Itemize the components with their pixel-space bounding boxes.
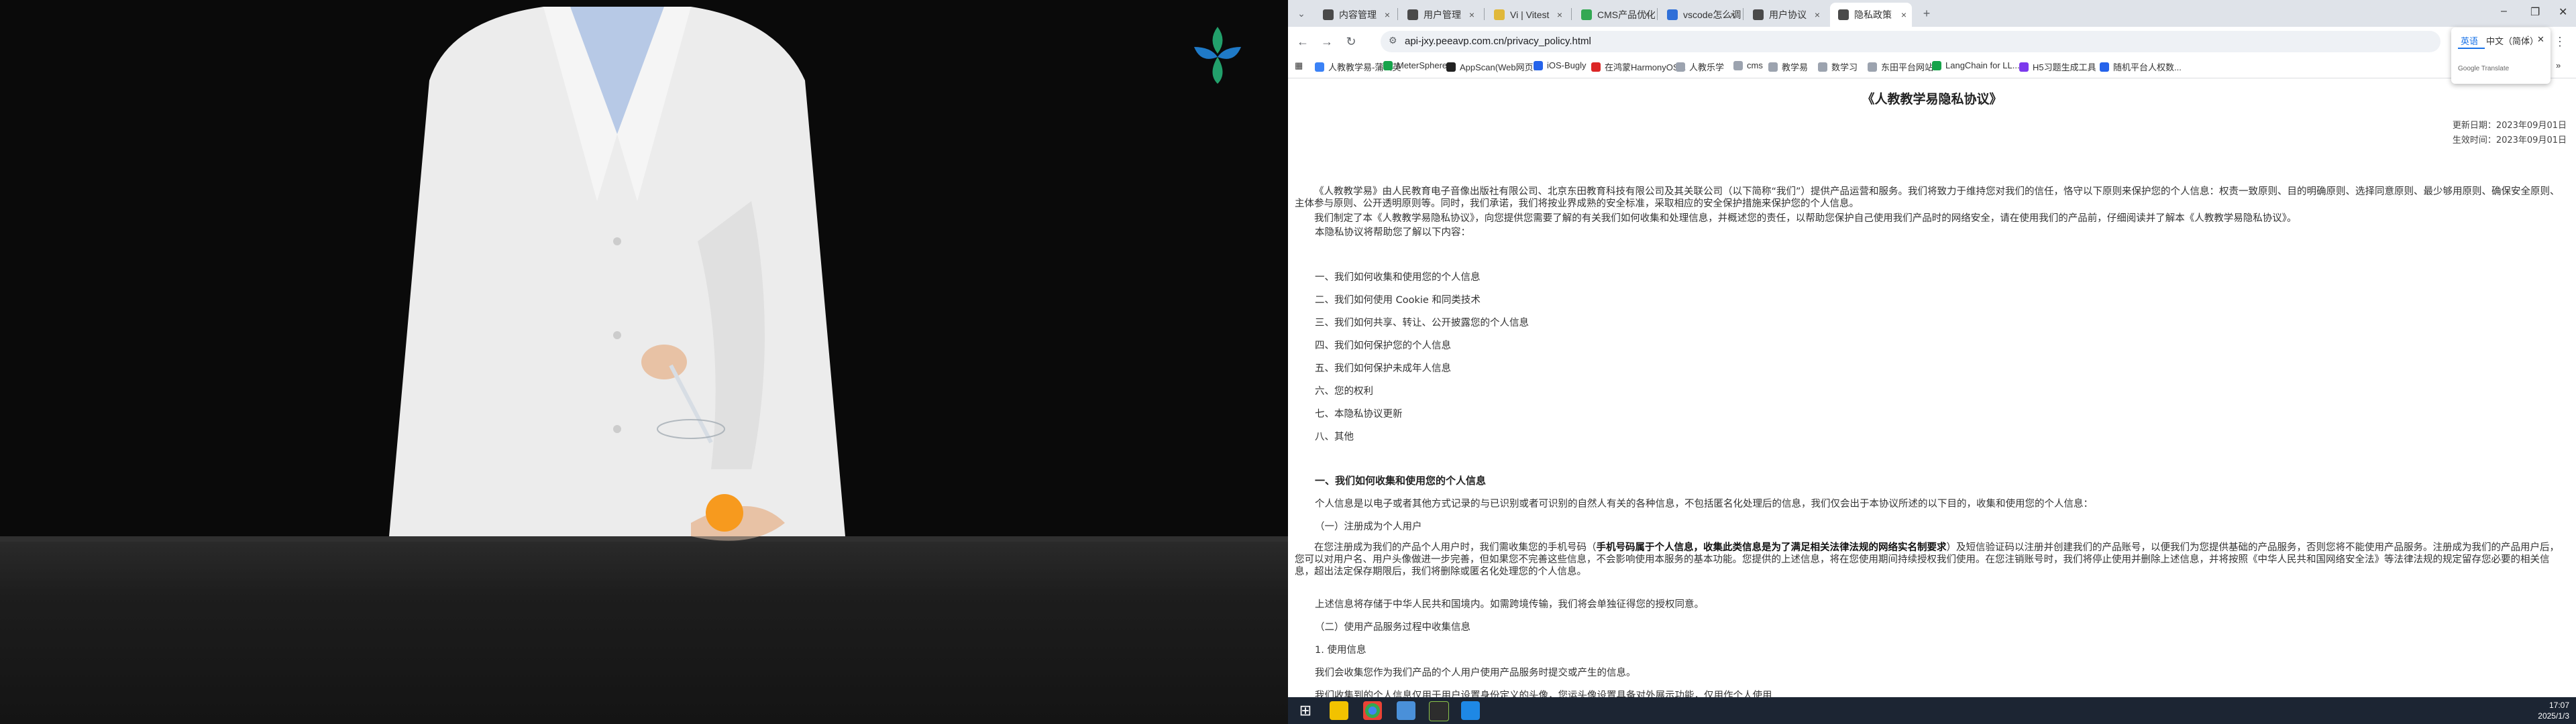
intro-paragraph: 我们制定了本《人教教学易隐私协议》，向您提供您需要了解的有关我们如何收集和处理信…	[1314, 213, 2297, 224]
close-icon[interactable]: ×	[1730, 9, 1735, 20]
tab-cms-issues[interactable]: CMS产品优化问题跟进 ×	[1573, 3, 1655, 27]
bookmark-item[interactable]: iOS-Bugly	[1534, 60, 1587, 70]
reload-button[interactable]: ↻	[1343, 34, 1359, 50]
bookmarks-bar: ▦ 人教教学易-蒲公英 MeterSphere AppScan(Web网页...…	[1288, 56, 2576, 78]
taskbar: ⊞ 17:07 2025/1/3	[1288, 697, 2576, 724]
translate-popup: 英语 中文（简体） ⋮ ✕ Google Translate	[2451, 27, 2551, 84]
browser-toolbar: ← → ↻ ⚙ api-jxy.peeavp.com.cn/privacy_po…	[1288, 27, 2576, 56]
tab-strip: ⌄ 内容管理 × 用户管理 × Vi | Vitest × CMS产品优化问题跟…	[1288, 0, 2576, 27]
tab-user-agreement[interactable]: 用户协议 ×	[1745, 3, 1825, 27]
toc-item: 七、本隐私协议更新	[1315, 409, 1403, 420]
site-icon	[1407, 9, 1418, 20]
file-explorer-icon[interactable]	[1330, 701, 1348, 720]
subsection-item: 1. 使用信息	[1315, 645, 1366, 656]
toc-item: 五、我们如何保护未成年人信息	[1315, 363, 1451, 374]
bookmark-item[interactable]: MeterSphere	[1383, 60, 1447, 70]
sheet-icon	[1581, 9, 1592, 20]
close-window-button[interactable]: ✕	[2559, 5, 2567, 19]
forward-button[interactable]: →	[1319, 34, 1335, 50]
site-icon	[1838, 9, 1849, 20]
site-info-icon[interactable]: ⚙	[1389, 35, 1397, 46]
vitest-icon	[1494, 9, 1505, 20]
terminal-icon[interactable]	[1429, 701, 1449, 721]
page-content: 《人教教学易隐私协议》 更新日期：2023年09月01日 生效时间：2023年0…	[1288, 78, 2576, 697]
bookmark-item[interactable]: AppScan(Web网页...	[1446, 60, 1540, 73]
toc-item: 四、我们如何保护您的个人信息	[1315, 341, 1451, 351]
clock-date: 2025/1/3	[2538, 711, 2569, 721]
restore-button[interactable]: ❐	[2530, 5, 2540, 19]
translate-options-icon[interactable]: ⋮	[2524, 34, 2532, 45]
toc-item: 三、我们如何共享、转让、公开披露您的个人信息	[1315, 318, 1529, 328]
menu-icon[interactable]: ⋮	[2552, 34, 2568, 50]
new-tab-button[interactable]: +	[1919, 5, 1935, 21]
toc-heading: 本隐私协议将帮助您了解以下内容：	[1315, 227, 1470, 238]
site-icon	[1753, 9, 1764, 20]
subsection-heading: （二）使用产品服务过程中收集信息	[1315, 622, 1470, 633]
bookmark-folder[interactable]: cms	[1733, 60, 1763, 70]
bookmark-folder[interactable]: 东田平台网站	[1868, 60, 1933, 73]
browser-window: ⌄ 内容管理 × 用户管理 × Vi | Vitest × CMS产品优化问题跟…	[1288, 0, 2576, 697]
usage-paragraph: 我们会收集您作为我们产品的个人用户使用产品服务时提交或产生的信息。	[1315, 668, 1636, 678]
tab-label: Vi | Vitest	[1510, 9, 1550, 20]
table-surface	[0, 542, 1288, 724]
tab-label: 用户协议	[1769, 9, 1807, 20]
chrome-icon[interactable]	[1363, 701, 1382, 720]
intro-paragraph: 《人教教学易》由人民教育电子音像出版社有限公司、北京东田教育科技有限公司及其关联…	[1295, 186, 2560, 209]
google-translate-brand: Google Translate	[2458, 65, 2510, 72]
effective-date: 生效时间：2023年09月01日	[2452, 135, 2567, 145]
presenter-illustration	[389, 7, 845, 541]
address-bar[interactable]: ⚙ api-jxy.peeavp.com.cn/privacy_policy.h…	[1381, 31, 2440, 52]
section-heading: 一、我们如何收集和使用您的个人信息	[1315, 475, 1487, 487]
close-icon[interactable]: ×	[1815, 9, 1820, 20]
section-paragraph: 个人信息是以电子或者其他方式记录的与已识别或者可识别的自然人有关的各种信息，不包…	[1315, 499, 2093, 509]
toc-item: 二、我们如何使用 Cookie 和同类技术	[1315, 295, 1481, 306]
apps-icon[interactable]: ▦	[1295, 60, 1303, 71]
toc-item: 八、其他	[1315, 432, 1354, 442]
clock-time: 17:07	[2548, 701, 2569, 710]
tab-search-icon[interactable]: ⌄	[1293, 5, 1309, 21]
toc-item: 一、我们如何收集和使用您的个人信息	[1315, 272, 1481, 283]
tab-vitest[interactable]: Vi | Vitest ×	[1486, 3, 1568, 27]
site-icon	[1323, 9, 1334, 20]
translate-lang-english[interactable]: 英语	[2461, 34, 2478, 47]
system-clock: 17:07 2025/1/3	[2538, 700, 2569, 721]
tab-label: 用户管理	[1424, 9, 1461, 20]
close-icon[interactable]: ×	[1901, 9, 1907, 20]
bookmark-folder[interactable]: 人教乐学	[1676, 60, 1724, 73]
translate-close-icon[interactable]: ✕	[2537, 34, 2544, 45]
windows-start-icon[interactable]: ⊞	[1296, 701, 1315, 720]
tab-user-mgmt[interactable]: 用户管理 ×	[1399, 3, 1480, 27]
storage-paragraph: 上述信息将存储于中华人民共和国境内。如需跨境传输，我们将会单独征得您的授权同意。	[1315, 599, 1704, 610]
updated-date: 更新日期：2023年09月01日	[2452, 121, 2567, 131]
publisher-logo	[1194, 27, 1241, 84]
video-frame	[0, 0, 1288, 724]
close-icon[interactable]: ×	[1557, 9, 1562, 20]
tab-privacy-policy[interactable]: 隐私政策 ×	[1830, 3, 1912, 27]
close-icon[interactable]: ×	[1469, 9, 1474, 20]
doc-icon	[1667, 9, 1678, 20]
bookmark-folder[interactable]: 数学习	[1818, 60, 1858, 73]
usage-paragraph-cut: 我们收集到的个人信息仅用于用户设置身份定义的头像，您运头像设置具备对外展示功能，…	[1315, 690, 1772, 697]
bookmark-item[interactable]: 在鸿蒙HarmonyOS...	[1591, 60, 1686, 73]
app-icon[interactable]	[1461, 701, 1480, 720]
tab-content-mgmt[interactable]: 内容管理 ×	[1315, 3, 1395, 27]
tab-label: 内容管理	[1339, 9, 1377, 20]
bookmark-item[interactable]: 随机平台人权数...	[2100, 60, 2182, 73]
close-icon[interactable]: ×	[1644, 9, 1650, 20]
toc-item: 六、您的权利	[1315, 386, 1373, 397]
close-icon[interactable]: ×	[1385, 9, 1390, 20]
bookmark-folder[interactable]: 教学易	[1768, 60, 1808, 73]
page-title: 《人教教学易隐私协议》	[1862, 92, 2002, 107]
tab-label: 隐私政策	[1854, 9, 1892, 20]
bookmark-item[interactable]: LangChain for LL...	[1932, 60, 2020, 70]
url-text: api-jxy.peeavp.com.cn/privacy_policy.htm…	[1405, 36, 1591, 47]
more-bookmarks-icon[interactable]: »	[2556, 60, 2561, 70]
registration-paragraph: 在您注册成为我们的产品个人用户时，我们需收集您的手机号码（手机号码属于个人信息，…	[1295, 542, 2559, 577]
bookmark-item[interactable]: H5习题生成工具	[2019, 60, 2096, 73]
app-icon[interactable]	[1397, 701, 1415, 720]
minimize-button[interactable]: –	[2501, 5, 2507, 17]
back-button[interactable]: ←	[1295, 34, 1311, 50]
tab-vscode-workflow[interactable]: vscode怎么调试啊 • Workflo ×	[1659, 3, 1741, 27]
subsection-heading: （一）注册成为个人用户	[1315, 522, 1422, 532]
